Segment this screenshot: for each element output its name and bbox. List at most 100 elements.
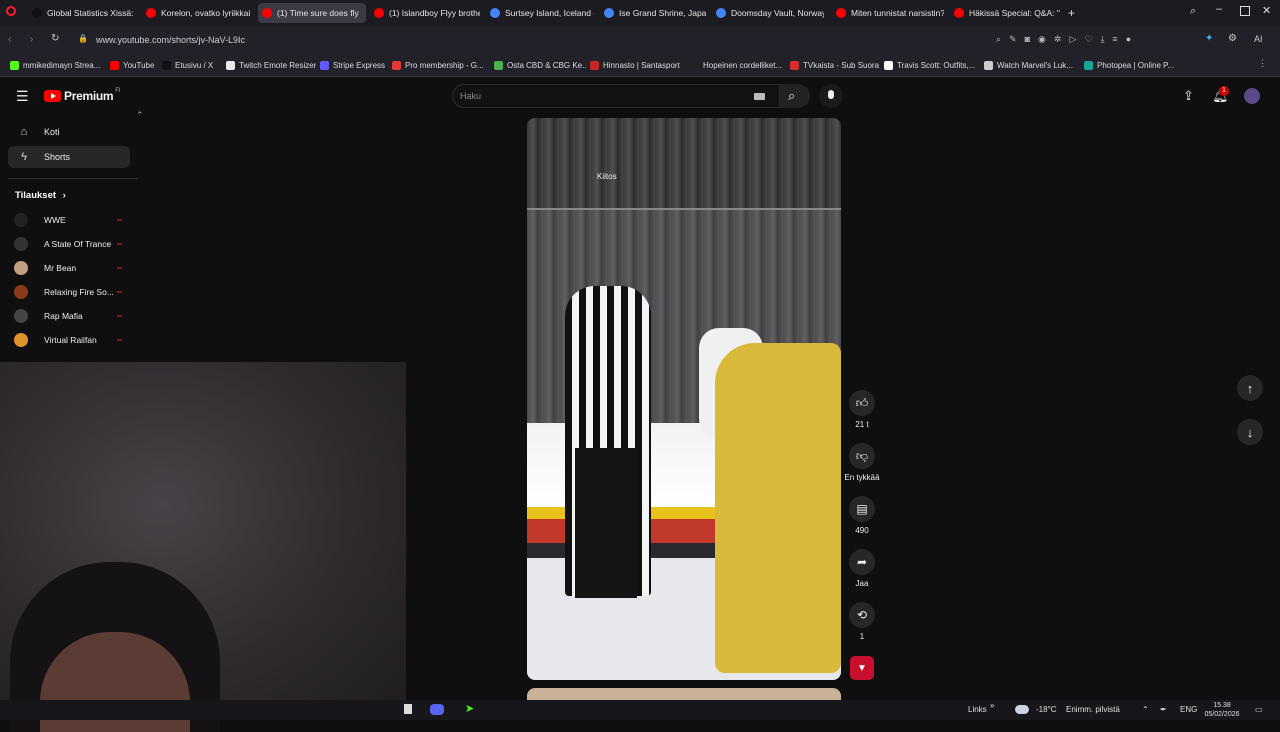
heart-icon[interactable]: ♡ (1084, 34, 1092, 45)
sidebar-item-home[interactable]: ⌂ Koti (8, 121, 130, 143)
microphone-icon (828, 90, 834, 99)
bookmark-item[interactable]: Osta CBD & CBG Ke... (494, 58, 586, 72)
channel-avatar[interactable]: ▼ (850, 656, 874, 680)
share-button[interactable]: ➦ Jaa (842, 549, 882, 588)
upload-icon[interactable]: ⇪ (1183, 88, 1194, 104)
find-icon[interactable]: ⌕ (996, 34, 1001, 45)
next-short-button[interactable]: ↓ (1237, 419, 1263, 445)
subscription-item[interactable]: Mr Bean (14, 259, 130, 277)
bookmark-item[interactable]: TVkaista - Sub Suora (790, 58, 880, 72)
forward-icon[interactable]: › (30, 34, 33, 45)
previous-short-button[interactable]: ↑ (1237, 375, 1263, 401)
edit-icon[interactable]: ✎ (1009, 34, 1017, 45)
dislike-button[interactable]: 👎︎ En tykkää (842, 443, 882, 482)
search-button[interactable]: ⌕ (780, 84, 810, 108)
download-icon[interactable]: ⤓ (1100, 34, 1104, 45)
subscription-item[interactable]: A State Of Trance (14, 235, 130, 253)
logo-text: Premium (64, 89, 114, 103)
settings-icon[interactable]: ⚙ (1228, 33, 1237, 44)
maximize-icon[interactable] (1240, 6, 1250, 16)
tab-favicon-icon (954, 8, 964, 18)
bookmark-favicon-icon (690, 60, 699, 70)
minimize-icon[interactable]: – (1216, 3, 1222, 15)
bookmark-item[interactable]: Travis Scott: Outfits,... (884, 58, 980, 72)
new-content-indicator (117, 315, 122, 317)
camera-icon[interactable]: ◙ (1025, 34, 1030, 45)
youtube-logo[interactable]: Premium FI (44, 88, 121, 103)
keyboard-icon[interactable] (754, 93, 765, 100)
notification-center-icon[interactable]: ▭ (1255, 705, 1263, 714)
weather-text[interactable]: Enimm. pilvistä (1066, 705, 1120, 714)
reload-icon[interactable]: ↻ (51, 33, 59, 44)
bookmark-item[interactable]: Watch Marvel's Luk... (984, 58, 1080, 72)
bookmark-item[interactable]: YouTube (110, 58, 158, 72)
aria-icon[interactable]: ✦ (1205, 33, 1213, 44)
search-icon: ⌕ (788, 88, 796, 103)
subscription-name: Virtual Railfan (44, 335, 97, 345)
bookmark-item[interactable]: Hinnasto | Santasport (590, 58, 686, 72)
clock[interactable]: 15.38 05/02/2026 (1200, 701, 1244, 719)
bookmark-item[interactable]: Hopeinen cordelliket... (690, 58, 786, 72)
menu-lines-icon[interactable]: ≡ (1112, 34, 1117, 45)
like-button[interactable]: 👍︎ 21 t (842, 390, 882, 429)
subscription-item[interactable]: WWE (14, 211, 130, 229)
region-code: FI (115, 88, 121, 94)
vpn-icon[interactable]: ◉ (1038, 34, 1046, 45)
browser-tab[interactable]: Häkissä Special: Q&A: "Hä (950, 3, 1060, 23)
shorts-video-player[interactable]: Kiitos (527, 118, 841, 680)
bookmark-label: YouTube (123, 60, 155, 70)
bookmark-item[interactable]: Photopea | Online P... (1084, 58, 1176, 72)
bookmarks-overflow-icon[interactable]: ⋮ (1258, 58, 1267, 69)
bookmark-item[interactable]: Stripe Express (320, 58, 388, 72)
extensions-icon[interactable]: ✲ (1054, 34, 1062, 45)
channel-avatar (14, 285, 28, 299)
close-window-icon[interactable]: ✕ (1262, 4, 1271, 17)
remix-button[interactable]: ⟲ 1 (842, 602, 882, 641)
profile-icon[interactable]: ● (1126, 34, 1131, 45)
browser-tab[interactable]: (1) Time sure does fly (258, 3, 366, 23)
play-icon[interactable]: ▷ (1069, 34, 1076, 45)
channel-avatar (14, 333, 28, 347)
subscriptions-header[interactable]: Tilaukset › (15, 190, 66, 201)
ai-button[interactable]: AI (1254, 34, 1263, 44)
bookmark-item[interactable]: Etusivu / X (162, 58, 222, 72)
search-tabs-icon[interactable]: ⌕ (1190, 5, 1196, 18)
home-icon: ⌂ (20, 126, 28, 138)
browser-tab[interactable]: Doomsday Vault, Norway (712, 3, 824, 23)
taskbar-links[interactable]: Links (968, 705, 987, 714)
new-content-indicator (117, 291, 122, 293)
search-box[interactable]: Haku (452, 84, 780, 108)
browser-tab[interactable]: Korelon, ovatko lyriikkai (142, 3, 252, 23)
account-avatar[interactable] (1244, 88, 1260, 104)
browser-tab[interactable]: Global Statistics Xissä: "Fo (28, 3, 136, 23)
opera-logo-icon[interactable] (6, 6, 16, 16)
language-indicator[interactable]: ENG (1180, 705, 1197, 714)
weather-temp[interactable]: -18°C (1036, 705, 1057, 714)
tray-chevron-icon[interactable]: ⌃ (1142, 705, 1149, 714)
tab-favicon-icon (374, 8, 384, 18)
sidebar-collapse-icon[interactable]: ⌃ (136, 110, 144, 121)
sidebar-item-shorts[interactable]: ϟ Shorts (8, 146, 130, 168)
browser-tab[interactable]: (1) Islandboy Flyy brother (370, 3, 480, 23)
bookmark-item[interactable]: Twitch Emote Resizer (226, 58, 316, 72)
subscription-item[interactable]: Relaxing Fire So... (14, 283, 130, 301)
browser-tab[interactable]: Miten tunnistat narsistin? (832, 3, 944, 23)
subscription-item[interactable]: Rap Mafia (14, 307, 130, 325)
hamburger-menu-icon[interactable]: ☰ (16, 88, 29, 105)
taskbar-arrow-icon[interactable]: ➤ (465, 702, 474, 715)
links-chevron-icon[interactable]: » (990, 701, 994, 710)
bookmark-item[interactable]: Pro membership - G... (392, 58, 490, 72)
taskbar-app-icon[interactable] (404, 704, 412, 714)
pen-icon[interactable]: ✒ (1160, 705, 1167, 714)
bookmark-item[interactable]: mmikedimayn Strea... (10, 58, 106, 72)
bookmark-favicon-icon (790, 60, 799, 70)
browser-tab[interactable]: Ise Grand Shrine, Japan - G (600, 3, 706, 23)
back-icon[interactable]: ‹ (8, 34, 11, 45)
subscription-item[interactable]: Virtual Railfan (14, 331, 130, 349)
voice-search-button[interactable] (819, 84, 843, 108)
comments-button[interactable]: ▤ 490 (842, 496, 882, 535)
address-bar[interactable]: www.youtube.com/shorts/jv-NaV-L9Ic (66, 31, 986, 49)
browser-tab[interactable]: Surtsey Island, Iceland - G (486, 3, 594, 23)
discord-icon[interactable] (430, 704, 444, 715)
new-tab-icon[interactable]: + (1068, 6, 1075, 20)
